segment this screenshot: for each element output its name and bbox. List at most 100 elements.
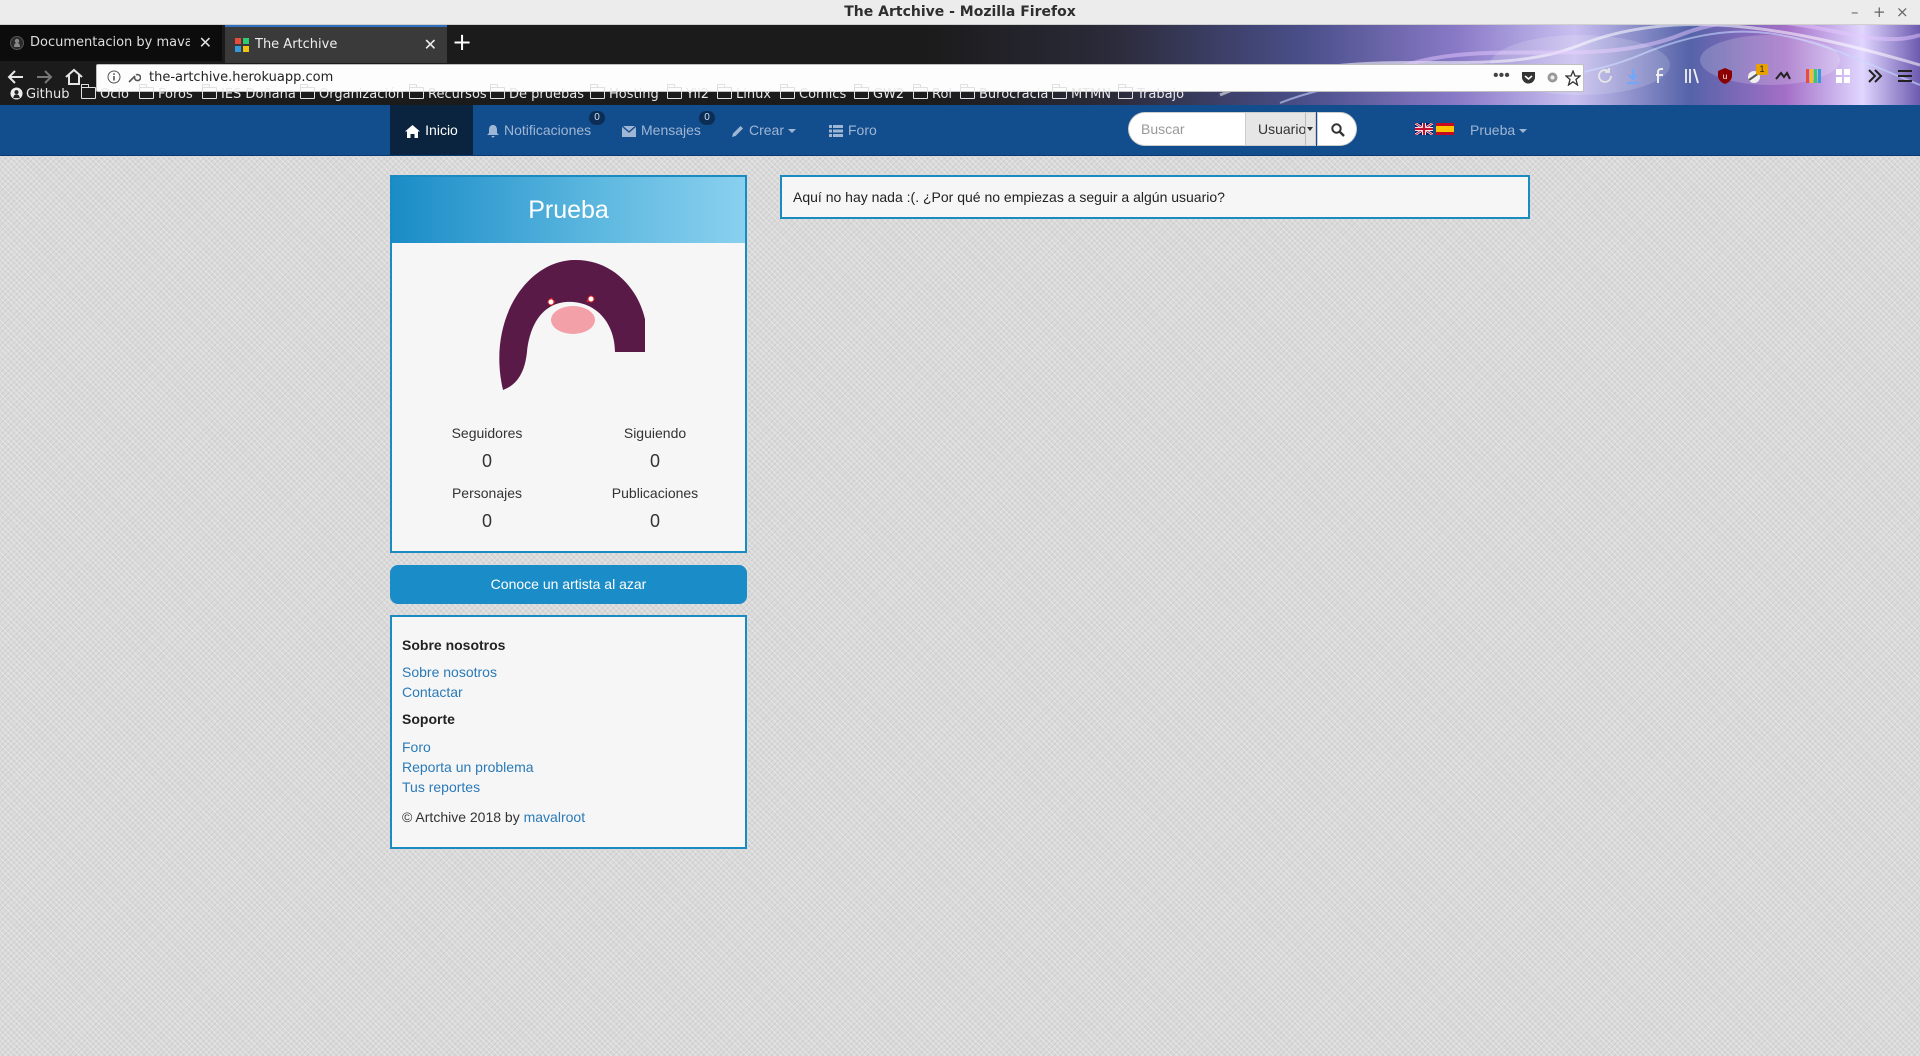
folder-icon bbox=[959, 84, 975, 99]
stat-publicaciones-value[interactable]: 0 bbox=[575, 511, 735, 532]
about-heading: Sobre nosotros bbox=[402, 637, 506, 653]
bookmark-folder-yii2[interactable]: Yii2 bbox=[666, 84, 709, 102]
stat-personajes-value[interactable]: 0 bbox=[407, 511, 567, 532]
maximize-button[interactable]: + bbox=[1873, 3, 1886, 21]
folder-icon bbox=[716, 84, 732, 99]
feed-empty-message: Aquí no hay nada :(. ¿Por qué no empieza… bbox=[780, 175, 1530, 219]
search-type-value: Usuario bbox=[1258, 121, 1307, 137]
search-button[interactable] bbox=[1317, 112, 1357, 146]
bookmarks-toolbar: Github Ocio Foros IES Doñana Organizació… bbox=[0, 83, 1920, 105]
bookmark-folder-trabajo[interactable]: Trabajo bbox=[1117, 84, 1184, 102]
folder-icon bbox=[489, 84, 505, 99]
minimize-button[interactable]: – bbox=[1851, 3, 1859, 21]
stat-publicaciones-label: Publicaciones bbox=[611, 485, 699, 501]
tab-the-artchive[interactable]: The Artchive ✕ bbox=[225, 25, 447, 63]
stat-seguidores-value[interactable]: 0 bbox=[407, 451, 567, 472]
close-window-button[interactable]: × bbox=[1896, 3, 1909, 21]
new-tab-button[interactable]: + bbox=[452, 28, 472, 56]
permissions-icon[interactable] bbox=[127, 70, 141, 84]
stat-siguiendo-label: Siguiendo bbox=[623, 425, 687, 441]
window-titlebar: The Artchive - Mozilla Firefox – + × bbox=[0, 0, 1920, 25]
stat-personajes-label: Personajes bbox=[451, 485, 523, 501]
bookmark-folder-burocracia[interactable]: Burocracia bbox=[959, 84, 1048, 102]
close-tab-icon[interactable]: ✕ bbox=[199, 33, 212, 52]
support-heading: Soporte bbox=[402, 711, 455, 727]
link-author[interactable]: mavalroot bbox=[524, 809, 585, 825]
github-icon bbox=[10, 87, 23, 100]
folder-icon bbox=[138, 84, 154, 99]
bookmark-folder-mtmn[interactable]: MTMN bbox=[1051, 84, 1111, 102]
github-icon bbox=[10, 36, 24, 50]
bookmark-github[interactable]: Github bbox=[10, 87, 70, 102]
bookmark-folder-organizacion[interactable]: Organización bbox=[299, 84, 404, 102]
chevron-down-icon[interactable] bbox=[1305, 113, 1315, 145]
addon-badge: 1 bbox=[1756, 64, 1768, 75]
close-tab-icon[interactable]: ✕ bbox=[424, 35, 437, 54]
bookmark-folder-gw2[interactable]: GW2 bbox=[853, 84, 904, 102]
user-menu-label: Prueba bbox=[1470, 122, 1516, 138]
home-icon bbox=[405, 124, 421, 138]
nav-notificaciones[interactable]: Notificaciones 0 bbox=[487, 105, 605, 155]
copyright: © Artchive 2018 by mavalroot bbox=[402, 809, 586, 825]
folder-icon bbox=[666, 84, 682, 99]
folder-icon bbox=[779, 84, 795, 99]
profile-username: Prueba bbox=[392, 177, 745, 243]
nav-foro[interactable]: Foro bbox=[829, 105, 877, 155]
footer-card: Sobre nosotros Sobre nosotros Contactar … bbox=[390, 615, 747, 849]
link-reporta-problema[interactable]: Reporta un problema bbox=[402, 759, 534, 775]
folder-icon bbox=[299, 84, 315, 99]
link-tus-reportes[interactable]: Tus reportes bbox=[402, 779, 480, 795]
profile-card: Prueba Seguidores 0 Siguiendo 0 Personaj… bbox=[390, 175, 747, 553]
folder-icon bbox=[1051, 84, 1067, 99]
artchive-icon bbox=[235, 38, 249, 52]
nav-mensajes[interactable]: Mensajes 0 bbox=[622, 105, 715, 155]
link-foro[interactable]: Foro bbox=[402, 739, 431, 755]
tab-documentacion[interactable]: Documentacion by mavalroot ✕ bbox=[0, 25, 222, 61]
bookmark-folder-ies-donana[interactable]: IES Doñana bbox=[201, 84, 296, 102]
browser-chrome: Documentacion by mavalroot ✕ The Artchiv… bbox=[0, 25, 1920, 105]
bookmark-folder-ocio[interactable]: Ocio bbox=[80, 84, 129, 102]
notifications-count-badge: 0 bbox=[589, 111, 605, 125]
info-icon[interactable] bbox=[107, 70, 121, 84]
bookmark-folder-comics[interactable]: Comics bbox=[779, 84, 846, 102]
list-icon bbox=[829, 125, 843, 138]
tab-label: Documentacion by mavalroot bbox=[30, 35, 190, 50]
link-contactar[interactable]: Contactar bbox=[402, 684, 463, 700]
folder-icon bbox=[589, 84, 605, 99]
bookmark-folder-rol[interactable]: Rol bbox=[912, 84, 952, 102]
avatar[interactable] bbox=[495, 252, 645, 407]
es-flag-icon[interactable] bbox=[1436, 123, 1454, 135]
chevron-down-icon bbox=[788, 129, 797, 134]
tab-label: The Artchive bbox=[255, 37, 338, 52]
bookmark-folder-foros[interactable]: Foros bbox=[138, 84, 193, 102]
folder-icon bbox=[80, 84, 96, 99]
user-menu-dropdown[interactable]: Prueba bbox=[1470, 105, 1528, 155]
folder-icon bbox=[912, 84, 928, 99]
bell-icon bbox=[487, 124, 499, 138]
tab-strip: Documentacion by mavalroot ✕ The Artchiv… bbox=[0, 25, 1920, 63]
random-artist-button[interactable]: Conoce un artista al azar bbox=[390, 565, 747, 604]
messages-count-badge: 0 bbox=[699, 111, 715, 125]
folder-icon bbox=[408, 84, 424, 99]
nav-inicio[interactable]: Inicio bbox=[390, 105, 473, 155]
stat-seguidores-label: Seguidores bbox=[451, 425, 523, 441]
chevron-down-icon bbox=[1519, 129, 1528, 134]
stat-siguiendo-value[interactable]: 0 bbox=[575, 451, 735, 472]
bookmark-folder-recursos[interactable]: Recursos bbox=[408, 84, 487, 102]
window-title: The Artchive - Mozilla Firefox bbox=[844, 4, 1076, 20]
bookmark-folder-linux[interactable]: Linux bbox=[716, 84, 771, 102]
bookmark-folder-hosting[interactable]: Hosting bbox=[589, 84, 659, 102]
nav-crear-dropdown[interactable]: Crear bbox=[731, 105, 797, 155]
envelope-icon bbox=[622, 125, 636, 137]
folder-icon bbox=[201, 84, 217, 99]
search-group: Usuario bbox=[1128, 112, 1378, 146]
en-flag-icon[interactable] bbox=[1415, 123, 1433, 135]
bookmark-folder-de-pruebas[interactable]: De pruebas bbox=[489, 84, 584, 102]
svg-text:u: u bbox=[1723, 72, 1727, 81]
pencil-icon bbox=[732, 125, 743, 137]
search-input[interactable] bbox=[1128, 112, 1245, 146]
search-type-select[interactable]: Usuario bbox=[1245, 112, 1316, 146]
search-icon bbox=[1331, 123, 1345, 137]
link-sobre-nosotros[interactable]: Sobre nosotros bbox=[402, 664, 497, 680]
folder-icon bbox=[853, 84, 869, 99]
